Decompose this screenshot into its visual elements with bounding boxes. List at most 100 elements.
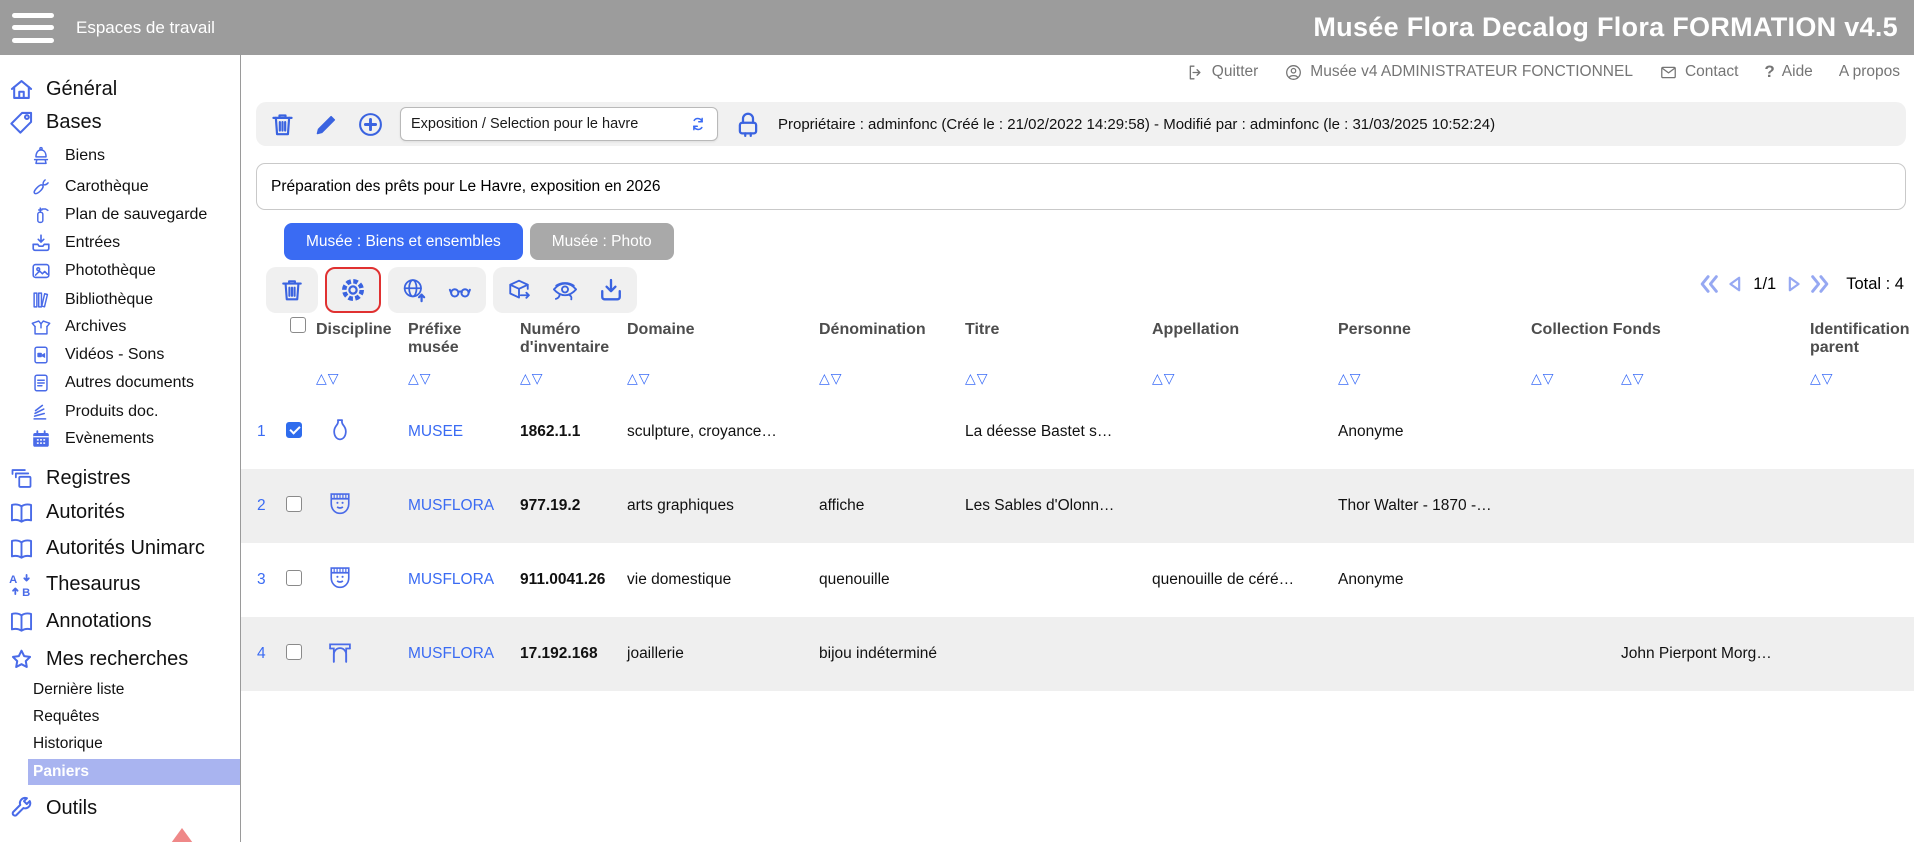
prefixe-link[interactable]: MUSFLORA — [401, 645, 513, 663]
books-icon — [30, 289, 52, 311]
domaine-cell: sculpture, croyance… — [620, 423, 812, 441]
sidebar-item-general[interactable]: Général — [8, 75, 117, 103]
horus-view-button[interactable] — [551, 276, 579, 304]
sidebar-item-videos-sons[interactable]: Vidéos - Sons — [30, 343, 164, 367]
sidebar-item-paniers[interactable]: Paniers — [28, 759, 240, 785]
sort-arrows[interactable]: △▽ — [1338, 371, 1524, 395]
sidebar-item-autorites[interactable]: Autorités — [8, 498, 125, 526]
sidebar-item-bibliotheque[interactable]: Bibliothèque — [30, 288, 153, 312]
sort-arrows[interactable]: △▽ — [520, 371, 620, 395]
sidebar-item-historique[interactable]: Historique — [33, 733, 103, 755]
sidebar-item-plan-sauvegarde[interactable]: Plan de sauvegarde — [30, 203, 207, 227]
double-chevron-right-icon — [1809, 271, 1831, 297]
sort-arrows[interactable]: △▽ — [819, 371, 958, 395]
sidebar-item-autorites-unimarc[interactable]: Autorités Unimarc — [8, 534, 205, 562]
sort-arrows[interactable]: △▽ — [1810, 371, 1914, 395]
numero-inventaire: 977.19.2 — [513, 497, 620, 515]
row-number[interactable]: 2 — [253, 497, 279, 515]
lock-toggle[interactable] — [733, 109, 763, 139]
delete-items-button[interactable] — [278, 276, 306, 304]
last-page-button[interactable] — [1809, 271, 1831, 297]
basket-description-input[interactable]: Préparation des prêts pour Le Havre, exp… — [256, 163, 1906, 210]
numero-inventaire: 1862.1.1 — [513, 423, 620, 441]
row-checkbox[interactable] — [286, 644, 302, 660]
scroll-up-indicator[interactable] — [166, 828, 198, 842]
edit-basket-button[interactable] — [312, 110, 341, 139]
sort-arrows[interactable]: △▽ — [1621, 371, 1803, 395]
tab-biens-et-ensembles[interactable]: Musée : Biens et ensembles — [284, 223, 523, 260]
sidebar-item-mes-recherches[interactable]: Mes recherches — [8, 645, 188, 673]
tab-photo[interactable]: Musée : Photo — [530, 223, 674, 260]
open-box-icon — [30, 316, 52, 338]
sort-arrows[interactable]: △▽ — [408, 371, 513, 395]
trash-icon — [278, 276, 306, 304]
publish-group — [388, 267, 486, 313]
sidebar-item-archives[interactable]: Archives — [30, 315, 126, 339]
sidebar-item-entrees[interactable]: Entrées — [30, 231, 120, 255]
row-number[interactable]: 4 — [253, 645, 279, 663]
delete-basket-button[interactable] — [268, 110, 297, 139]
settings-button[interactable] — [338, 275, 368, 305]
prefixe-link[interactable]: MUSEE — [401, 423, 513, 441]
table-row: 4 MUSFLORA 17.192.168 joaillerie bijou i… — [241, 617, 1914, 691]
sidebar-item-evenements[interactable]: Evènements — [30, 427, 154, 451]
row-number[interactable]: 3 — [253, 571, 279, 589]
add-basket-button[interactable] — [356, 110, 385, 139]
sidebar-item-bases[interactable]: Bases — [8, 108, 102, 136]
personne-cell: Anonyme — [1331, 423, 1524, 441]
prefixe-link[interactable]: MUSFLORA — [401, 571, 513, 589]
select-all-checkbox[interactable] — [290, 317, 306, 333]
sort-arrows[interactable]: △▽ — [627, 371, 812, 395]
sidebar-item-registres[interactable]: Registres — [8, 464, 130, 492]
previous-page-button[interactable] — [1725, 272, 1745, 296]
basket-selector[interactable]: Exposition / Selection pour le havre — [400, 107, 718, 141]
sidebar-item-requetes[interactable]: Requêtes — [33, 706, 99, 728]
first-page-button[interactable] — [1698, 271, 1720, 297]
tag-icon — [8, 109, 35, 136]
star-icon — [8, 646, 35, 673]
sidebar-item-thesaurus[interactable]: Thesaurus — [8, 570, 141, 598]
discipline-vase-icon — [326, 416, 354, 444]
titre-cell: La déesse Bastet s… — [958, 423, 1145, 441]
plus-circle-icon — [356, 110, 385, 139]
header-domaine: Domaine△▽ — [620, 317, 812, 395]
next-page-button[interactable] — [1784, 272, 1804, 296]
row-checkbox[interactable] — [286, 496, 302, 512]
workspace-label[interactable]: Espaces de travail — [76, 18, 215, 38]
refresh-icon[interactable] — [689, 115, 707, 133]
basket-selector-value: Exposition / Selection pour le havre — [411, 116, 638, 132]
total-count: Total : 4 — [1846, 275, 1904, 294]
extinguisher-icon — [30, 204, 52, 226]
sidebar-item-carotheque[interactable]: Carothèque — [30, 175, 149, 199]
list-toolbar — [266, 267, 637, 313]
document-icon — [30, 372, 52, 394]
pencil-icon — [312, 110, 341, 139]
publish-web-button[interactable] — [400, 276, 428, 304]
triangle-right-icon — [1784, 272, 1804, 296]
header-discipline: Discipline△▽ — [309, 317, 401, 395]
sort-arrows[interactable]: △▽ — [1531, 371, 1614, 395]
download-button[interactable] — [597, 276, 625, 304]
header-numero: Numéro d'inventaire△▽ — [513, 317, 620, 395]
sidebar-item-derniere-liste[interactable]: Dernière liste — [33, 679, 124, 701]
export-box-button[interactable] — [505, 276, 533, 304]
preview-button[interactable] — [446, 276, 474, 304]
sidebar-item-produits-doc[interactable]: Produits doc. — [30, 400, 158, 424]
hamburger-menu-icon[interactable] — [12, 13, 54, 43]
sidebar-item-biens[interactable]: Biens — [30, 144, 105, 168]
sort-arrows[interactable]: △▽ — [965, 371, 1145, 395]
row-checkbox[interactable] — [286, 570, 302, 586]
sidebar-item-annotations[interactable]: Annotations — [8, 607, 152, 635]
header-personne: Personne△▽ — [1331, 317, 1524, 395]
row-number[interactable]: 1 — [253, 423, 279, 441]
sidebar-item-autres-documents[interactable]: Autres documents — [30, 371, 194, 395]
fonds-cell: John Pierpont Morg… — [1614, 645, 1803, 663]
sort-arrows[interactable]: △▽ — [1152, 371, 1331, 395]
row-checkbox[interactable] — [286, 422, 302, 438]
sidebar-item-outils[interactable]: Outils — [8, 794, 97, 822]
table-header: Discipline△▽ Préfixe musée△▽ Numéro d'in… — [241, 317, 1914, 395]
prefixe-link[interactable]: MUSFLORA — [401, 497, 513, 515]
sidebar-item-phototheque[interactable]: Photothèque — [30, 259, 156, 283]
sort-arrows[interactable]: △▽ — [316, 371, 401, 395]
lock-icon — [733, 109, 763, 139]
